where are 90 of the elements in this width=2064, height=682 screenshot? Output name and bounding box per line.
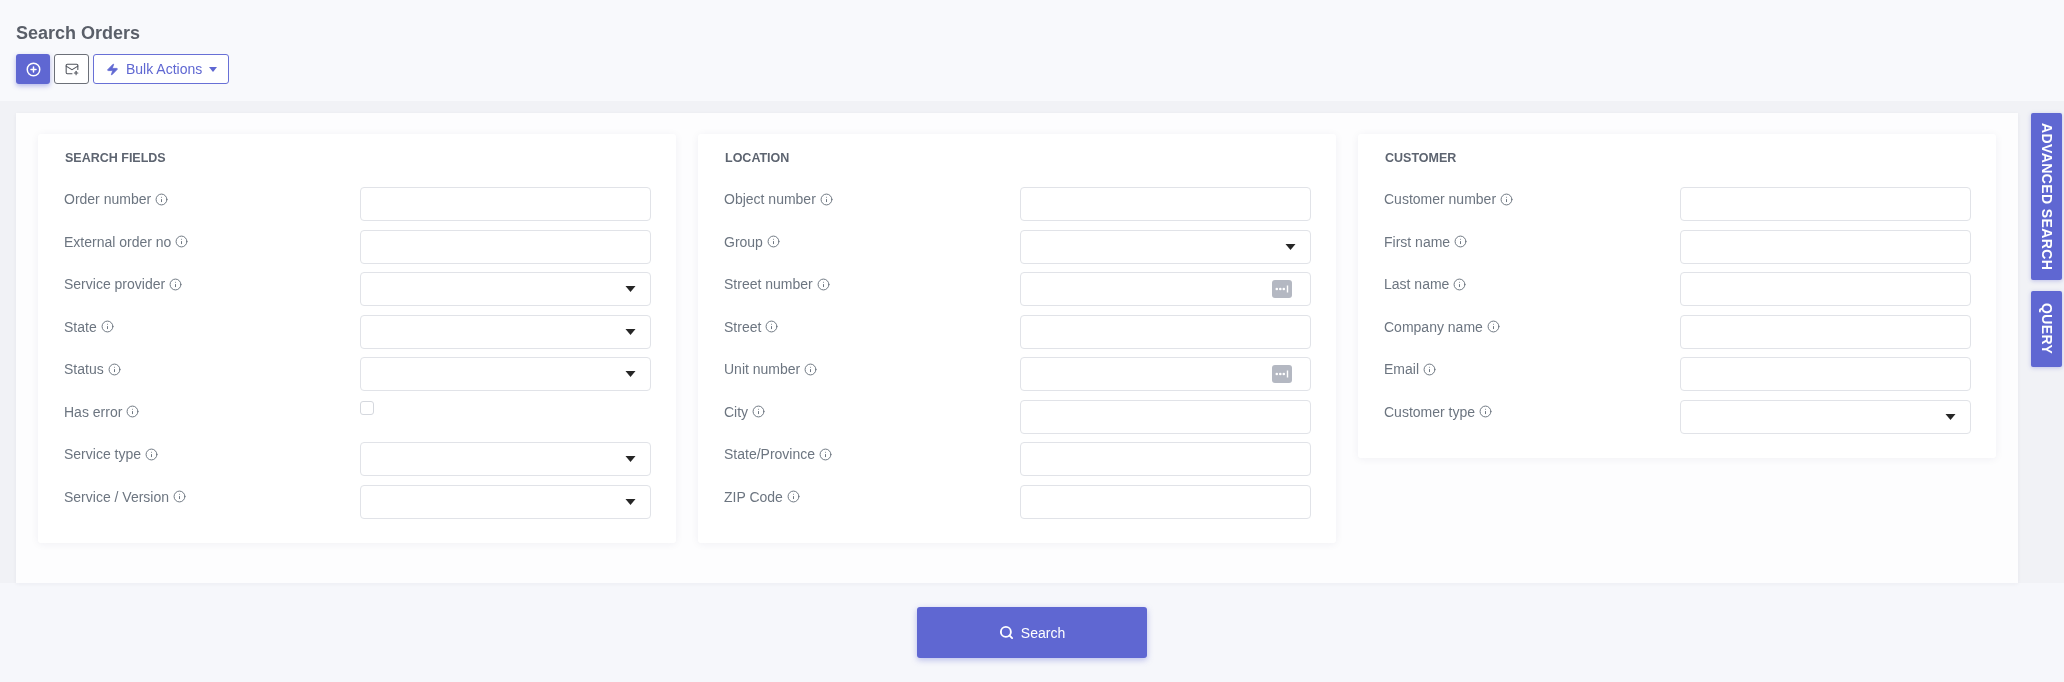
info-icon[interactable] [145,447,159,461]
info-icon[interactable] [1486,320,1500,333]
dropdown-field[interactable] [1680,399,1971,434]
info-icon[interactable] [155,192,169,206]
caret-icon [625,456,636,462]
field-label: External order no [64,232,172,251]
field-label: City [724,402,749,421]
section-title: SEARCH FIELDS [64,150,167,166]
field-label: Unit number [724,360,801,378]
field-label: Company name [1384,317,1483,336]
input-field[interactable] [1020,442,1311,476]
input-field[interactable] [1680,272,1971,306]
input-field[interactable] [1680,229,1971,264]
field-label: Service / Version [64,487,170,506]
section-title: LOCATION [724,150,791,166]
ellipsis-icon[interactable] [1272,280,1292,298]
caret-icon [625,371,636,377]
ellipsis-icon[interactable] [1272,365,1292,383]
input-field[interactable] [1020,272,1311,306]
dropdown-field[interactable] [360,357,651,391]
search-button[interactable]: Search [917,607,1147,658]
field-label: Last name [1384,275,1450,293]
info-icon[interactable] [786,490,800,503]
field-label: State [64,317,97,336]
checkbox[interactable] [360,400,374,415]
info-icon[interactable] [1453,277,1467,291]
info-icon[interactable] [173,490,187,503]
info-icon[interactable] [752,405,766,418]
input-field[interactable] [360,229,651,264]
caret-icon [625,286,636,292]
dropdown-field[interactable] [360,272,651,306]
info-icon[interactable] [1454,235,1468,248]
input-field[interactable] [360,187,651,221]
caret-icon [1945,413,1956,420]
info-icon[interactable] [766,235,780,248]
field-label: Street number [724,275,813,293]
info-icon[interactable] [816,277,830,291]
info-icon[interactable] [1479,405,1493,418]
input-field[interactable] [1680,187,1971,221]
input-field[interactable] [1020,314,1311,349]
info-icon[interactable] [169,277,183,291]
info-icon[interactable] [804,362,818,376]
field-label: Status [64,360,104,378]
page-title: Search Orders [16,22,142,45]
info-icon[interactable] [819,447,833,461]
field-label: Customer number [1384,190,1497,208]
input-field[interactable] [1680,357,1971,391]
info-icon[interactable] [175,235,189,248]
field-label: State/Province [724,445,816,463]
caret-icon [625,328,636,335]
info-icon[interactable] [107,362,121,376]
field-label: Order number [64,190,152,208]
side-tab[interactable]: QUERY [2031,291,2062,367]
info-icon[interactable] [126,405,140,418]
mail-button[interactable] [54,54,89,84]
info-icon[interactable] [1500,192,1514,206]
field-label: Service provider [64,275,166,293]
dropdown-field[interactable] [360,484,651,519]
input-field[interactable] [1020,399,1311,434]
bolt-icon [106,62,119,76]
info-icon[interactable] [765,320,779,333]
field-label: Group [724,232,763,251]
field-label: ZIP Code [724,487,783,506]
caret-icon [1285,243,1296,250]
input-field[interactable] [1020,357,1311,391]
side-tab[interactable]: ADVANCED SEARCH [2031,113,2062,281]
info-icon[interactable] [819,192,833,206]
plus-circle-icon [25,61,41,77]
bulk-actions-button[interactable]: Bulk Actions [93,54,230,84]
field-label: Service type [64,445,142,463]
caret-icon [625,498,636,505]
input-field[interactable] [1020,484,1311,519]
add-button[interactable] [16,54,50,84]
input-field[interactable] [1020,187,1311,221]
info-icon[interactable] [1423,362,1436,376]
field-label: Has error [64,402,123,421]
dropdown-field[interactable] [1020,229,1311,264]
input-field[interactable] [1680,314,1971,349]
mail-plus-icon [64,62,79,76]
section-title: CUSTOMER [1384,150,1458,166]
field-label: First name [1384,232,1451,251]
field-label: Object number [724,190,816,208]
search-icon [998,625,1014,640]
dropdown-field[interactable] [360,314,651,349]
dropdown-field[interactable] [360,442,651,476]
field-label: Street [724,317,762,336]
caret-icon [209,66,218,72]
field-label: Email [1384,360,1419,378]
field-label: Customer type [1384,402,1476,421]
info-icon[interactable] [100,320,114,333]
